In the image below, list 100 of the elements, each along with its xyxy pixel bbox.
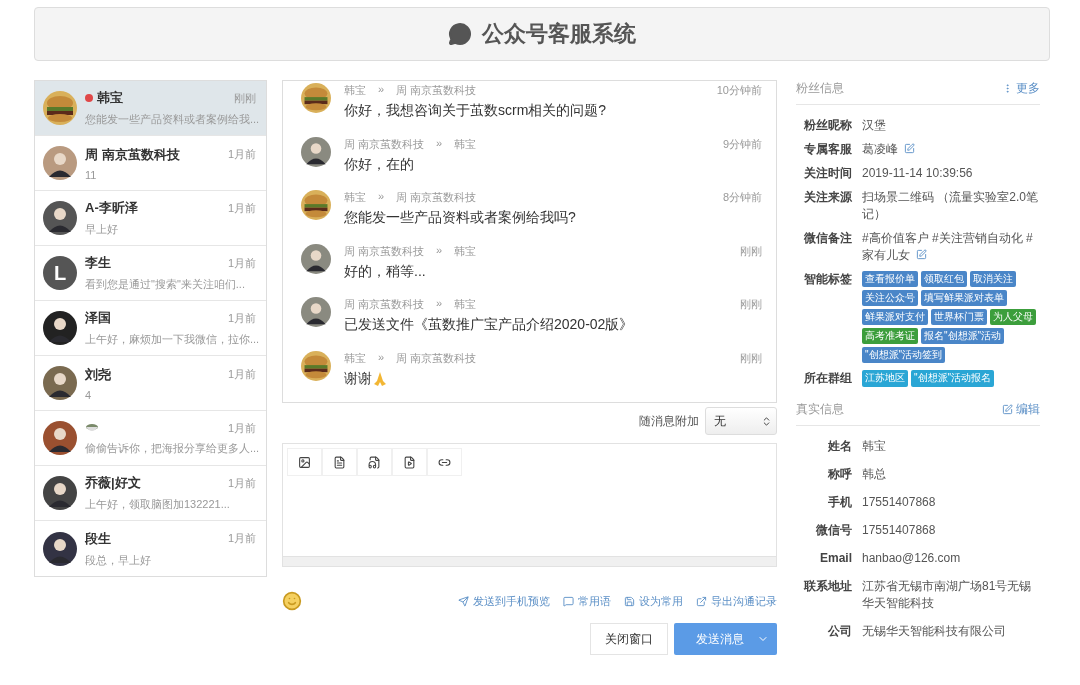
edit-icon[interactable] [916, 249, 927, 260]
message-preview: 11 [85, 168, 98, 181]
message-time: 刚刚 [740, 297, 762, 312]
field-value: 韩总 [862, 466, 886, 483]
field-label: 姓名 [827, 438, 852, 455]
field-label: 粉丝昵称 [803, 117, 852, 134]
sender-name: 韩宝 [344, 190, 366, 205]
message-preview: 4 [85, 388, 93, 401]
tag: 查看报价单 [862, 271, 918, 287]
speech-bubble-icon [563, 595, 574, 607]
message-text: 您能发一些产品资料或者案例给我吗? [344, 209, 576, 227]
tag: 高考准考证 [862, 328, 918, 344]
field-value: 无锡华天智能科技有限公司 [862, 623, 1006, 640]
tag: "创想派"活动签到 [862, 347, 946, 363]
tag: 领取红包 [921, 271, 967, 287]
field-label: 所在群组 [803, 370, 852, 387]
conversation-time: 1月前 [227, 147, 256, 162]
field-label: 关注来源 [803, 189, 852, 206]
message-time: 刚刚 [740, 243, 762, 259]
edit-icon [1002, 404, 1013, 415]
avatar [43, 146, 77, 180]
field-label: 联系地址 [802, 578, 852, 595]
video-file-icon [403, 455, 416, 469]
message-preview: 看到您是通过"搜索"来关注咱们... [85, 277, 246, 292]
image-button[interactable] [287, 448, 322, 476]
image-icon [298, 455, 311, 469]
tag: 世界杯门票 [931, 309, 987, 325]
message-preview: 段总，早上好 [85, 552, 152, 568]
message-text: 好的，稍等... [344, 262, 426, 281]
edit-link[interactable]: 编辑 [1002, 401, 1040, 418]
avatar [43, 91, 77, 125]
avatar [43, 476, 77, 510]
field-label: 智能标签 [803, 271, 852, 288]
attach-select[interactable]: 无 [705, 407, 777, 435]
conversation-time: 1月前 [227, 475, 256, 491]
avatar [43, 201, 77, 235]
recipient-name: 韩宝 [454, 136, 477, 152]
avatar [301, 190, 331, 220]
arrow-mark: » [436, 297, 443, 311]
action-link[interactable]: 发送到手机预览 [458, 593, 550, 609]
conversation-time: 1月前 [227, 255, 256, 271]
bowl-icon [85, 423, 99, 433]
avatar [301, 83, 331, 113]
action-link[interactable]: 设为常用 [624, 593, 683, 609]
tag: 江苏地区 [862, 370, 908, 387]
field-value: 江苏省无锡市南湖广场81号无锡华天智能科技 [862, 578, 1033, 612]
avatar [43, 421, 77, 455]
sender-name: 韩宝 [344, 350, 366, 366]
attach-label: 随消息附加 [639, 412, 699, 430]
contact-name: 乔薇|好文 [85, 474, 141, 492]
save-icon [624, 595, 635, 607]
action-link[interactable]: 常用语 [563, 593, 611, 609]
document-button[interactable] [322, 448, 357, 476]
emoji-icon[interactable] [282, 591, 302, 611]
recipient-name: 周 南京茧数科技 [396, 190, 477, 205]
sender-name: 周 南京茧数科技 [344, 297, 425, 312]
message-time: 10分钟前 [716, 83, 762, 98]
audio-file-button[interactable] [357, 448, 392, 476]
audio-file-icon [368, 455, 381, 469]
field-label: Email [819, 550, 852, 567]
contact-name: A-李昕泽 [85, 199, 138, 217]
tag: 鲜果派对支付 [862, 309, 928, 325]
avatar [301, 297, 331, 327]
close-window-button[interactable]: 关闭窗口 [590, 623, 668, 655]
avatar [301, 350, 331, 381]
arrow-mark: » [436, 136, 443, 151]
arrow-mark: » [378, 83, 385, 97]
conversation-time: 1月前 [227, 200, 256, 216]
tag: 取消关注 [970, 271, 1016, 287]
conversation-time: 1月前 [227, 367, 256, 382]
contact-name: 泽国 [85, 309, 111, 327]
tag: 为人父母 [990, 309, 1036, 325]
field-value: 2019-11-14 10:39:56 [862, 165, 973, 182]
field-value: 葛凌峰 [862, 141, 915, 158]
message-preview: 早上好 [85, 222, 119, 237]
edit-icon[interactable] [904, 143, 915, 154]
contact-name: 段生 [85, 529, 111, 548]
field-label: 手机 [827, 494, 852, 511]
avatar [43, 366, 77, 400]
document-icon [333, 455, 346, 469]
avatar [301, 136, 331, 167]
paper-plane-icon [458, 595, 469, 607]
contact-name: 韩宝 [97, 89, 123, 107]
avatar [301, 243, 331, 274]
conversation-time: 刚刚 [234, 90, 256, 106]
message-text: 你好，在的 [344, 155, 414, 174]
conversation-time: 1月前 [227, 420, 256, 436]
message-time: 8分钟前 [722, 190, 762, 205]
more-link[interactable]: 更多 [1002, 80, 1040, 97]
field-value: hanbao@126.com [862, 550, 961, 567]
section-title: 粉丝信息 [796, 80, 844, 97]
tag: 关注公众号 [862, 290, 918, 306]
video-file-button[interactable] [392, 448, 427, 476]
field-label: 微信备注 [803, 230, 852, 247]
avatar [43, 531, 77, 566]
contact-name: 周 南京茧数科技 [85, 145, 180, 164]
avatar: L [43, 256, 77, 290]
message-time: 9分钟前 [722, 136, 762, 152]
link-button[interactable] [427, 448, 462, 476]
action-link[interactable]: 导出沟通记录 [696, 593, 777, 609]
